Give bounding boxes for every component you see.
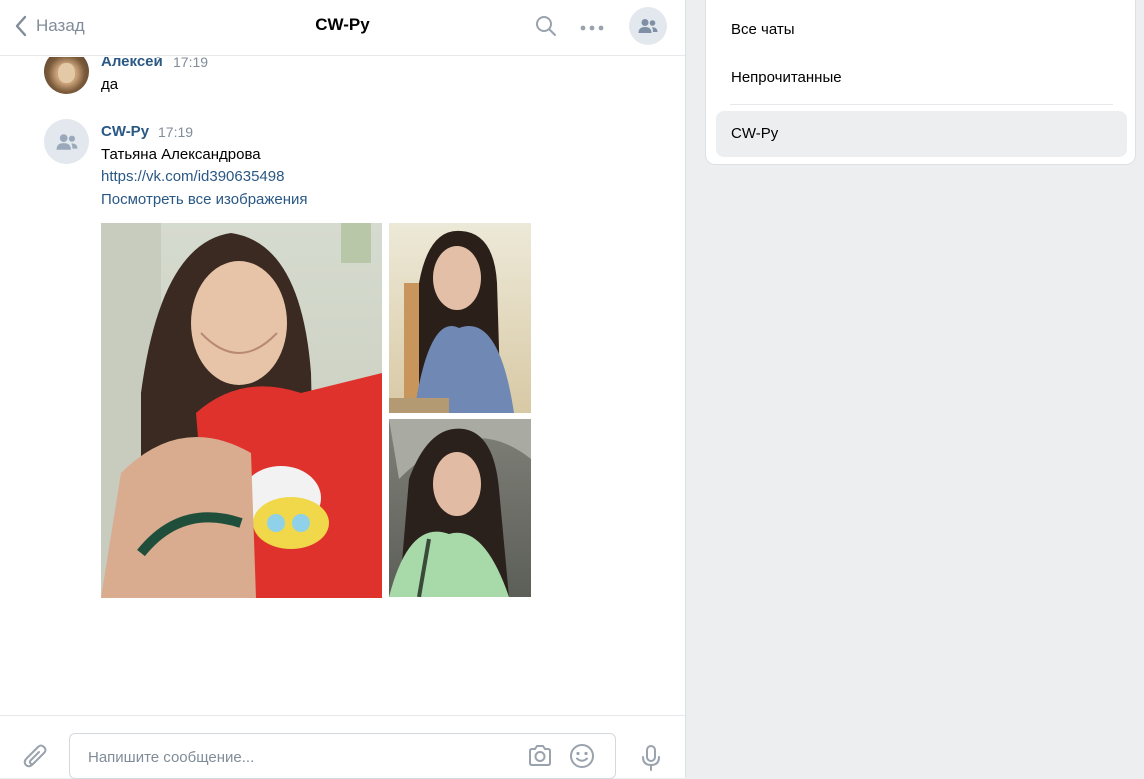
avatar-cw-ru[interactable]	[44, 119, 89, 164]
photo-attachment[interactable]	[389, 223, 531, 413]
message-list[interactable]: Алексей 17:19 да CW-Ру 17:19 Татьяна Але…	[0, 57, 685, 715]
photo-image	[389, 419, 531, 597]
message-time: 17:19	[158, 124, 194, 140]
folder-all-chats[interactable]: Все чаты	[716, 7, 1127, 53]
chat-panel: Назад CW-Ру Алексей 17:19 да CW-Ру 17:19…	[0, 0, 686, 779]
chat-header: Назад CW-Ру	[0, 0, 685, 56]
microphone-icon	[642, 745, 660, 771]
lion-avatar-image	[58, 63, 75, 83]
message-author[interactable]: Алексей	[101, 57, 163, 70]
emoji-button[interactable]	[569, 743, 595, 774]
search-button[interactable]	[534, 14, 558, 43]
message-text: да	[101, 76, 119, 93]
search-icon	[536, 16, 556, 36]
message-composer	[0, 715, 685, 779]
more-icon	[580, 25, 604, 31]
photo-image	[389, 230, 514, 413]
folder-cw-ru[interactable]: CW-Ру	[716, 111, 1127, 157]
group-icon	[56, 133, 77, 150]
profile-link[interactable]: https://vk.com/id390635498	[101, 168, 284, 185]
back-label: Назад	[36, 16, 85, 35]
view-all-images-link[interactable]: Посмотреть все изображения	[101, 191, 308, 208]
voice-message-button[interactable]	[638, 744, 664, 777]
camera-icon	[529, 745, 551, 766]
folder-unread[interactable]: Непрочитанные	[716, 55, 1127, 101]
avatar-aleksey[interactable]	[44, 57, 89, 94]
message-author[interactable]: CW-Ру	[101, 123, 149, 140]
group-icon	[638, 19, 658, 33]
more-button[interactable]	[579, 20, 605, 38]
photo-attachment[interactable]	[389, 419, 531, 597]
message-input-box[interactable]	[69, 733, 616, 779]
paperclip-icon	[23, 744, 47, 768]
message-time: 17:19	[173, 57, 209, 70]
photo-attachment[interactable]	[101, 223, 382, 598]
chevron-left-icon	[15, 15, 27, 37]
photo-image	[101, 223, 382, 598]
smile-icon	[570, 744, 594, 768]
folder-divider	[730, 104, 1113, 105]
chat-folders-panel: Все чаты Непрочитанные CW-Ру	[705, 0, 1136, 165]
camera-button[interactable]	[527, 744, 553, 773]
back-button[interactable]: Назад	[14, 12, 85, 40]
message-input[interactable]	[86, 744, 510, 770]
chat-avatar-button[interactable]	[629, 7, 667, 45]
message-text: Татьяна Александрова	[101, 146, 261, 163]
attach-button[interactable]	[22, 742, 50, 777]
